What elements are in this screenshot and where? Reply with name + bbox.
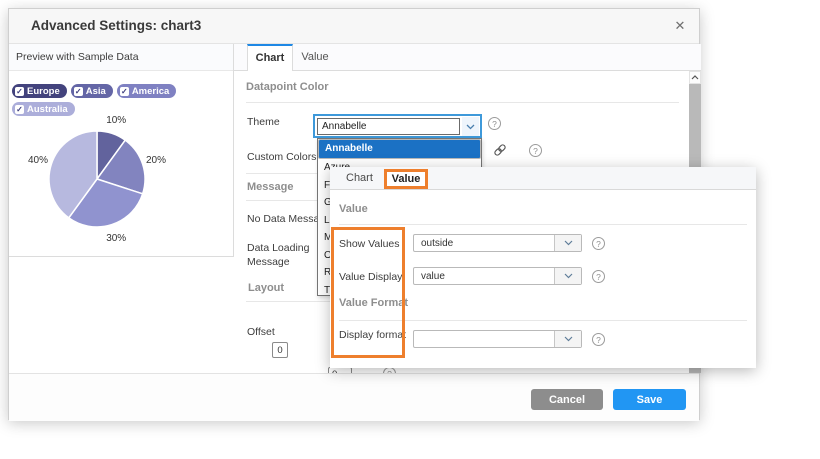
legend-chip-label: Europe <box>27 86 60 97</box>
theme-label: Theme <box>247 116 280 128</box>
value-display-select[interactable]: value <box>413 267 582 285</box>
offset-input[interactable]: 0 <box>272 342 288 358</box>
section-value: Value <box>339 203 368 215</box>
chevron-down-icon <box>554 268 581 284</box>
link-icon[interactable] <box>493 143 507 157</box>
theme-input[interactable] <box>317 118 460 135</box>
pie-chart: 10% 20% 30% 40% <box>17 105 193 247</box>
overlay-tab-value[interactable]: Value <box>384 169 428 189</box>
help-icon[interactable]: ? <box>592 270 605 283</box>
help-icon[interactable]: ? <box>592 333 605 346</box>
tab-value[interactable]: Value <box>293 44 337 71</box>
custom-colors-label: Custom Colors <box>247 151 316 163</box>
legend-chip-label: Asia <box>86 86 106 97</box>
section-value-format: Value Format <box>339 297 408 309</box>
theme-combobox[interactable] <box>313 114 482 138</box>
checkbox-checked-icon[interactable]: ✓ <box>15 87 24 96</box>
legend-chip-asia[interactable]: ✓ Asia <box>71 84 113 98</box>
pie-label: 30% <box>106 233 126 244</box>
pie-label: 20% <box>146 155 166 166</box>
preview-panel: Preview with Sample Data ✓ Europe ✓ Asia… <box>9 44 234 257</box>
help-icon[interactable]: ? <box>529 144 542 157</box>
checkbox-checked-icon[interactable]: ✓ <box>120 87 129 96</box>
value-tab-overlay: Chart Value Value Show Values outside ? … <box>330 167 756 368</box>
divider <box>246 102 679 103</box>
display-format-select[interactable] <box>413 330 582 348</box>
cancel-button[interactable]: Cancel <box>531 389 603 410</box>
chevron-down-icon <box>554 331 581 347</box>
section-message: Message <box>247 181 293 193</box>
dialog-footer: Cancel Save <box>9 373 699 421</box>
tab-chart[interactable]: Chart <box>247 44 293 71</box>
scroll-up-icon[interactable] <box>689 71 701 84</box>
screen: Advanced Settings: chart3 ✕ Preview with… <box>0 0 820 459</box>
divider <box>339 224 747 225</box>
preview-header-label: Preview with Sample Data <box>16 51 139 63</box>
legend-chip-europe[interactable]: ✓ Europe <box>12 84 67 98</box>
display-format-label: Display format <box>339 329 406 341</box>
divider <box>339 320 747 321</box>
chevron-down-icon[interactable] <box>462 117 479 136</box>
pie-label: 40% <box>28 155 48 166</box>
pie-label: 10% <box>106 115 126 126</box>
value-display-label: Value Display <box>339 271 402 283</box>
dialog-titlebar: Advanced Settings: chart3 ✕ <box>9 9 699 44</box>
show-values-select[interactable]: outside <box>413 234 582 252</box>
legend-chip-america[interactable]: ✓ America <box>117 84 177 98</box>
section-layout: Layout <box>248 282 284 294</box>
overlay-tab-chart[interactable]: Chart <box>346 172 373 184</box>
data-loading-message-label: Data Loading <box>247 242 309 254</box>
legend-chip-label: America <box>132 86 170 97</box>
preview-header: Preview with Sample Data <box>9 44 233 71</box>
main-tabbar: Chart Value <box>234 44 701 71</box>
save-button[interactable]: Save <box>613 389 686 410</box>
theme-dropdown-item[interactable]: Annabelle <box>318 139 481 159</box>
close-icon[interactable]: ✕ <box>671 17 689 35</box>
data-loading-message-label-2: Message <box>247 256 290 268</box>
section-datapoint-color: Datapoint Color <box>246 81 329 93</box>
value-display-value: value <box>421 268 445 285</box>
offset-label: Offset <box>247 326 275 338</box>
show-values-label: Show Values <box>339 238 400 250</box>
show-values-value: outside <box>421 235 453 252</box>
checkbox-checked-icon[interactable]: ✓ <box>74 87 83 96</box>
chevron-down-icon <box>554 235 581 251</box>
help-icon[interactable]: ? <box>488 117 501 130</box>
help-icon[interactable]: ? <box>592 237 605 250</box>
overlay-tabbar: Chart Value <box>330 167 756 190</box>
dialog-title: Advanced Settings: chart3 <box>31 18 201 33</box>
